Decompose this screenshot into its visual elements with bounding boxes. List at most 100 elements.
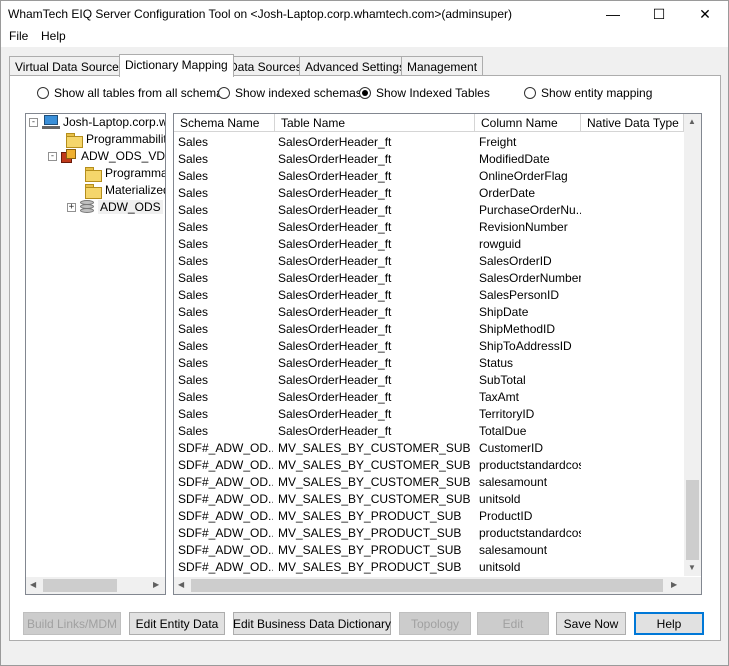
cell-column-name: salesamount [479,543,548,557]
radio-show-indexed-schemas[interactable]: Show indexed schemas [218,85,362,101]
collapse-icon[interactable]: - [29,117,38,127]
table-row[interactable]: Sales SalesOrderHeader_ft OnlineOrderFlag [174,167,684,184]
table-row[interactable]: Sales SalesOrderHeader_ft TaxAmt [174,388,684,405]
table-row[interactable]: SDF#_ADW_OD... MV_SALES_BY_CUSTOMER_SUB un… [174,490,684,507]
help-button[interactable]: Help [634,612,704,635]
scroll-left-icon[interactable]: ◀ [178,581,184,589]
menu-help[interactable]: Help [40,29,67,43]
computer-icon [42,115,60,129]
column-header-native-data-type[interactable]: Native Data Type [581,114,684,132]
expand-icon[interactable]: + [67,202,76,212]
cell-column-name: RevisionNumber [479,220,568,234]
cell-column-name: productstandardcost [479,526,581,540]
title-bar: WhamTech EIQ Server Configuration Tool o… [1,1,728,27]
close-button[interactable]: ✕ [682,1,728,27]
table-row[interactable]: SDF#_ADW_OD... MV_SALES_BY_PRODUCT_SUB uni… [174,558,684,575]
table-row[interactable]: Sales SalesOrderHeader_ft RevisionNumber [174,218,684,235]
table-row[interactable]: Sales SalesOrderHeader_ft rowguid [174,235,684,252]
cell-schema-name: Sales [178,271,209,285]
table-row[interactable]: SDF#_ADW_OD... MV_SALES_BY_CUSTOMER_SUB Cu… [174,439,684,456]
minimize-button[interactable]: — [590,1,636,27]
table-row[interactable]: Sales SalesOrderHeader_ft PurchaseOrderNu.… [174,201,684,218]
tab-dictionary-mapping[interactable]: Dictionary Mapping [119,54,234,77]
table-row[interactable]: Sales SalesOrderHeader_ft SalesOrderNumber [174,269,684,286]
table-row[interactable]: Sales SalesOrderHeader_ft Status [174,354,684,371]
edit-entity-data-button[interactable]: Edit Entity Data [129,612,225,635]
table-row[interactable]: Sales SalesOrderHeader_ft ShipDate [174,303,684,320]
table-row[interactable]: Sales SalesOrderHeader_ft ShipToAddressID [174,337,684,354]
tree-node-adw-ods[interactable]: + ADW_ODS [67,199,163,215]
scrollbar-corner [684,577,701,594]
cell-column-name: ShipDate [479,305,529,319]
radio-show-entity-mapping[interactable]: Show entity mapping [524,85,652,101]
cell-schema-name: SDF#_ADW_OD... [178,526,273,540]
table-row[interactable]: Sales SalesOrderHeader_ft TotalDue [174,422,684,439]
tab-virtual-data-sources[interactable]: Virtual Data Sources [9,56,131,76]
tree-node-server[interactable]: - Josh-Laptop.corp.wh [29,114,165,130]
maximize-button[interactable]: ☐ [636,1,682,27]
edit-button[interactable]: Edit [477,612,549,635]
scroll-left-icon[interactable]: ◀ [30,581,36,589]
tree-node-adw-ods-vd[interactable]: - ADW_ODS_VD [48,148,165,164]
cell-table-name: SalesOrderHeader_ft [278,186,392,200]
column-header-schema-name[interactable]: Schema Name [174,114,275,132]
tab-advanced-settings[interactable]: Advanced Settings [299,56,412,76]
cell-table-name: SalesOrderHeader_ft [278,407,392,421]
table-row[interactable]: SDF#_ADW_OD... MV_SALES_BY_PRODUCT_SUB Pro… [174,507,684,524]
column-header-column-name[interactable]: Column Name [475,114,581,132]
scroll-right-icon[interactable]: ▶ [671,581,677,589]
schema-tree[interactable]: - Josh-Laptop.corp.wh Programmability - … [25,113,166,595]
table-row[interactable]: Sales SalesOrderHeader_ft ShipMethodID [174,320,684,337]
cell-table-name: SalesOrderHeader_ft [278,373,392,387]
radio-label: Show entity mapping [541,86,653,100]
database-icon [80,199,94,215]
scroll-thumb[interactable] [191,579,663,592]
grid-vertical-scrollbar[interactable]: ▲ ▼ [684,114,701,576]
cell-column-name: OrderDate [479,186,536,200]
cell-table-name: SalesOrderHeader_ft [278,169,392,183]
tree-node-programmability[interactable]: Programmability [66,131,166,148]
cell-table-name: MV_SALES_BY_PRODUCT_SUB [278,509,462,523]
tree-node-programmab[interactable]: Programmab [85,165,165,182]
cell-column-name: unitsold [479,560,521,574]
table-row[interactable]: SDF#_ADW_OD... MV_SALES_BY_PRODUCT_SUB pro… [174,524,684,541]
table-row[interactable]: Sales SalesOrderHeader_ft TerritoryID [174,405,684,422]
mapping-grid[interactable]: Schema Name Table Name Column Name Nativ… [173,113,702,595]
table-row[interactable]: Sales SalesOrderHeader_ft OrderDate [174,184,684,201]
tree-node-materialized[interactable]: Materialized [85,182,165,199]
tree-horizontal-scrollbar[interactable]: ◀ ▶ [26,577,165,594]
edit-business-data-dictionary-button[interactable]: Edit Business Data Dictionary [233,612,391,635]
column-header-table-name[interactable]: Table Name [275,114,475,132]
save-now-button[interactable]: Save Now [556,612,626,635]
folder-icon [66,132,83,148]
table-row[interactable]: Sales SalesOrderHeader_ft ModifiedDate [174,150,684,167]
radio-show-indexed-tables[interactable]: Show Indexed Tables [359,85,490,101]
scroll-down-icon[interactable]: ▼ [688,564,696,572]
view-mode-radio-group: Show all tables from all schemas Show in… [1,85,729,103]
radio-show-all-tables[interactable]: Show all tables from all schemas [37,85,229,101]
table-row[interactable]: Sales SalesOrderHeader_ft SalesPersonID [174,286,684,303]
scroll-right-icon[interactable]: ▶ [153,581,159,589]
table-row[interactable]: Sales SalesOrderHeader_ft SalesOrderID [174,252,684,269]
tree-node-label: ADW_ODS_VD [81,149,166,163]
build-links-mdm-button[interactable]: Build Links/MDM [23,612,121,635]
menu-file[interactable]: File [8,29,29,43]
topology-button[interactable]: Topology [399,612,471,635]
grid-horizontal-scrollbar[interactable]: ◀ ▶ [174,577,684,594]
table-row[interactable]: SDF#_ADW_OD... MV_SALES_BY_CUSTOMER_SUB sa… [174,473,684,490]
tree-node-label: Programmability [86,132,166,146]
tab-management[interactable]: Management [401,56,484,76]
tab-data-sources[interactable]: Data Sources [223,56,308,76]
table-row[interactable]: SDF#_ADW_OD... MV_SALES_BY_PRODUCT_SUB sal… [174,541,684,558]
table-row[interactable]: SDF#_ADW_OD... MV_SALES_BY_CUSTOMER_SUB pr… [174,456,684,473]
cell-column-name: TotalDue [479,424,527,438]
radio-indicator [524,87,536,99]
scroll-up-icon[interactable]: ▲ [688,118,696,126]
collapse-icon[interactable]: - [48,151,57,161]
menu-bar: File Help [1,27,728,47]
scroll-thumb[interactable] [43,579,117,592]
scroll-thumb[interactable] [686,480,699,560]
table-row[interactable]: Sales SalesOrderHeader_ft SubTotal [174,371,684,388]
table-row[interactable]: Sales SalesOrderHeader_ft Freight [174,133,684,150]
cell-table-name: SalesOrderHeader_ft [278,339,392,353]
